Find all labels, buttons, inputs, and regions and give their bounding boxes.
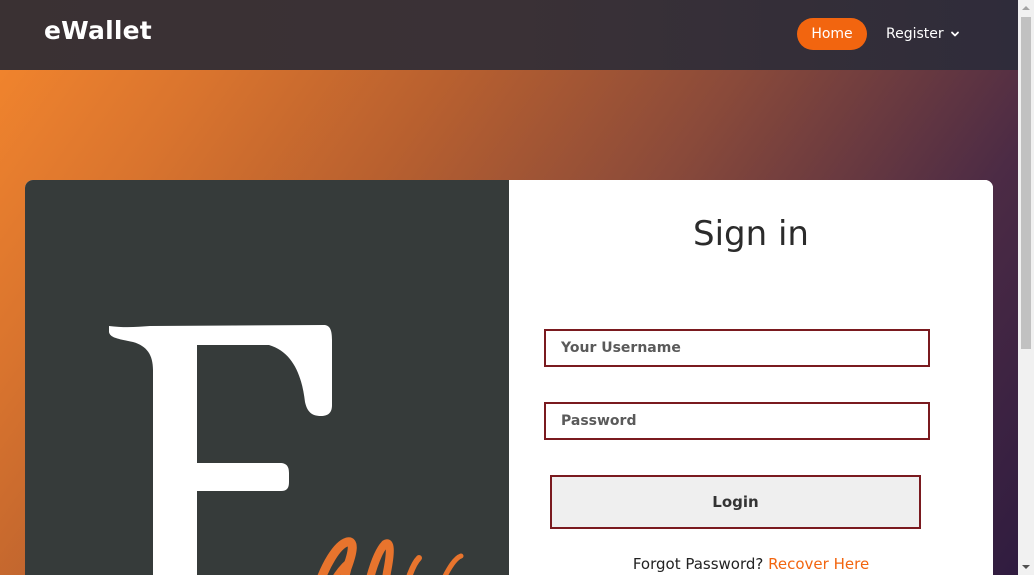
navbar: eWallet Home Register <box>0 0 1018 70</box>
username-input[interactable] <box>544 329 930 367</box>
chevron-down-icon <box>950 31 959 37</box>
nav-home-button[interactable]: Home <box>797 18 867 50</box>
scroll-down-arrow-icon[interactable] <box>1018 559 1034 575</box>
brand-panel <box>25 180 509 575</box>
nav-register-label: Register <box>886 26 944 42</box>
signin-form-panel: Sign in Login Forgot Password? Recover H… <box>509 180 993 575</box>
nav-register-dropdown[interactable]: Register <box>886 18 960 50</box>
forgot-password-text: Forgot Password? <box>632 555 764 573</box>
recover-here-link[interactable]: Recover Here <box>768 555 869 573</box>
password-input[interactable] <box>544 402 930 440</box>
scroll-up-arrow-icon[interactable] <box>1018 0 1034 16</box>
ewallet-logo-illustration <box>109 325 464 575</box>
vertical-scrollbar[interactable] <box>1018 0 1034 575</box>
forgot-password-row: Forgot Password? Recover Here <box>509 555 993 573</box>
page: eWallet Home Register Sign in Your Usern… <box>0 0 1034 575</box>
signin-card: Sign in Login Forgot Password? Recover H… <box>25 180 993 575</box>
scrollbar-thumb[interactable] <box>1021 17 1031 349</box>
brand-logo[interactable]: eWallet <box>44 16 152 45</box>
signin-title: Sign in <box>693 214 809 254</box>
login-button[interactable]: Login <box>550 475 921 529</box>
